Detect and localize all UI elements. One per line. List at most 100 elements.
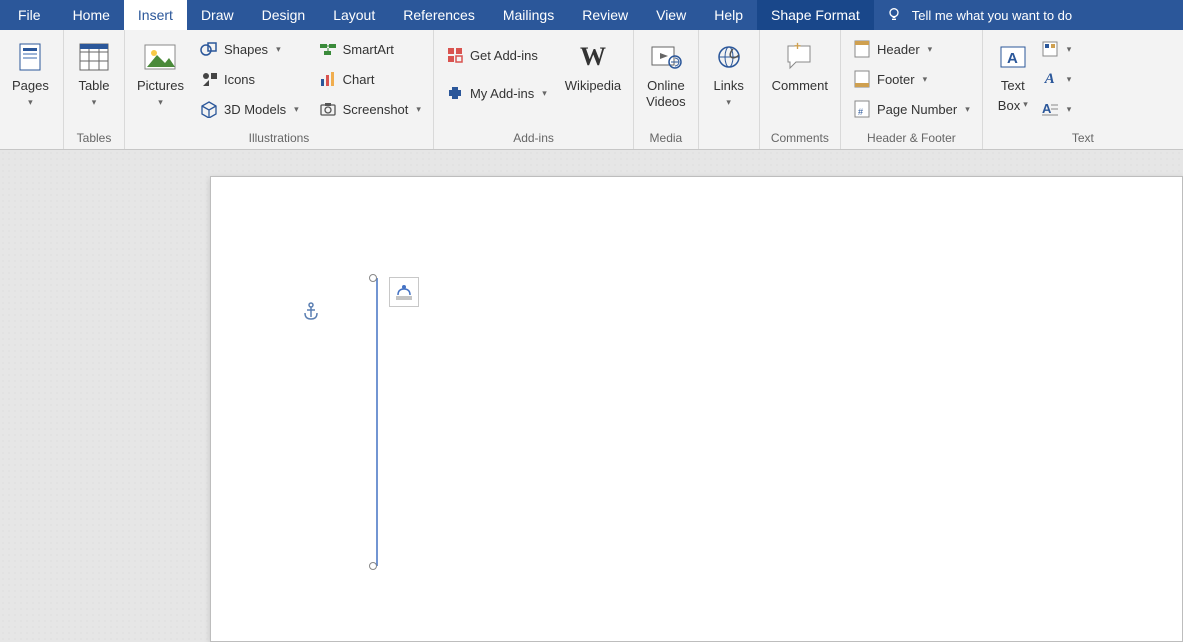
chevron-down-icon: ▾ bbox=[92, 97, 97, 108]
my-addins-button[interactable]: My Add-ins ▾ bbox=[440, 80, 553, 106]
tell-me-search[interactable]: Tell me what you want to do bbox=[874, 6, 1183, 25]
group-addins-label: Add-ins bbox=[434, 128, 633, 149]
screenshot-button[interactable]: Screenshot ▾ bbox=[313, 96, 427, 122]
get-addins-button[interactable]: Get Add-ins bbox=[440, 42, 553, 68]
camera-icon bbox=[319, 100, 337, 118]
comment-button[interactable]: + Comment bbox=[766, 36, 834, 98]
chevron-down-icon: ▾ bbox=[965, 104, 970, 115]
footer-button[interactable]: Footer ▾ bbox=[847, 66, 976, 92]
ribbon: Pages ▾ Table ▾ Tables Pictures bbox=[0, 30, 1183, 150]
svg-text:A: A bbox=[1007, 50, 1018, 67]
tab-insert[interactable]: Insert bbox=[124, 0, 187, 30]
tab-draw[interactable]: Draw bbox=[187, 0, 248, 30]
svg-text:+: + bbox=[794, 42, 801, 53]
group-text-label: Text bbox=[983, 128, 1183, 149]
wikipedia-button[interactable]: W Wikipedia bbox=[559, 36, 627, 98]
group-media-label: Media bbox=[634, 128, 698, 149]
resize-handle-top[interactable] bbox=[369, 274, 377, 282]
links-button[interactable]: Links ▾ bbox=[705, 36, 753, 112]
wikipedia-label: Wikipedia bbox=[565, 78, 621, 94]
group-links-label bbox=[699, 142, 759, 149]
text-box-button[interactable]: A Text Box▾ bbox=[989, 36, 1037, 117]
chart-icon bbox=[319, 70, 337, 88]
table-label: Table bbox=[78, 78, 109, 94]
online-videos-button[interactable]: Online Videos bbox=[640, 36, 692, 113]
pages-button[interactable]: Pages ▾ bbox=[6, 36, 55, 112]
tab-home[interactable]: Home bbox=[59, 0, 124, 30]
chart-button[interactable]: Chart bbox=[313, 66, 427, 92]
smartart-button[interactable]: SmartArt bbox=[313, 36, 427, 62]
3d-models-label: 3D Models bbox=[224, 102, 286, 117]
shapes-button[interactable]: Shapes ▾ bbox=[194, 36, 305, 62]
pictures-button[interactable]: Pictures ▾ bbox=[131, 36, 190, 112]
chart-label: Chart bbox=[343, 72, 375, 87]
header-label: Header bbox=[877, 42, 920, 57]
page-number-label: Page Number bbox=[877, 102, 957, 117]
tab-mailings[interactable]: Mailings bbox=[489, 0, 568, 30]
chevron-down-icon: ▾ bbox=[726, 97, 731, 108]
dropcap-icon: A bbox=[1041, 100, 1059, 118]
3d-models-button[interactable]: 3D Models ▾ bbox=[194, 96, 305, 122]
tab-help[interactable]: Help bbox=[700, 0, 757, 30]
table-icon bbox=[77, 40, 111, 74]
header-icon bbox=[853, 40, 871, 58]
chevron-down-icon: ▾ bbox=[1067, 74, 1072, 85]
icons-button[interactable]: Icons bbox=[194, 66, 305, 92]
group-pages-label bbox=[0, 142, 63, 149]
wordart-button[interactable]: A▾ bbox=[1039, 66, 1074, 92]
icons-icon bbox=[200, 70, 218, 88]
pictures-label: Pictures bbox=[137, 78, 184, 94]
selected-line-shape[interactable] bbox=[373, 274, 381, 573]
chevron-down-icon: ▾ bbox=[28, 97, 33, 108]
icons-label: Icons bbox=[224, 72, 255, 87]
tab-view[interactable]: View bbox=[642, 0, 700, 30]
my-addins-label: My Add-ins bbox=[470, 86, 534, 101]
chevron-down-icon: ▾ bbox=[928, 44, 933, 55]
tab-references[interactable]: References bbox=[389, 0, 489, 30]
chevron-down-icon: ▾ bbox=[542, 88, 547, 99]
document-page[interactable] bbox=[210, 176, 1183, 642]
header-button[interactable]: Header ▾ bbox=[847, 36, 976, 62]
tab-shape-format[interactable]: Shape Format bbox=[757, 0, 874, 30]
link-icon bbox=[712, 40, 746, 74]
group-comments-label: Comments bbox=[760, 128, 840, 149]
comment-icon: + bbox=[783, 40, 817, 74]
lightbulb-icon bbox=[886, 6, 902, 25]
drop-cap-button[interactable]: A▾ bbox=[1039, 96, 1074, 122]
tab-file[interactable]: File bbox=[0, 0, 59, 30]
resize-handle-bottom[interactable] bbox=[369, 562, 377, 570]
tab-layout[interactable]: Layout bbox=[319, 0, 389, 30]
page-icon bbox=[13, 40, 47, 74]
chevron-down-icon: ▾ bbox=[276, 44, 281, 55]
addins-icon bbox=[446, 84, 464, 102]
svg-text:A: A bbox=[1042, 101, 1052, 116]
tell-me-label: Tell me what you want to do bbox=[912, 8, 1072, 23]
screenshot-label: Screenshot bbox=[343, 102, 409, 117]
text-box-label-1: Text bbox=[1001, 78, 1025, 94]
layout-options-icon bbox=[394, 281, 414, 304]
shapes-icon bbox=[200, 40, 218, 58]
page-number-button[interactable]: # Page Number ▾ bbox=[847, 96, 976, 122]
cube-icon bbox=[200, 100, 218, 118]
textbox-icon: A bbox=[996, 40, 1030, 74]
comment-label: Comment bbox=[772, 78, 828, 94]
document-workarea[interactable] bbox=[0, 150, 1183, 642]
chevron-down-icon: ▾ bbox=[1067, 104, 1072, 115]
smartart-icon bbox=[319, 40, 337, 58]
video-icon bbox=[649, 40, 683, 74]
group-header-footer-label: Header & Footer bbox=[841, 128, 982, 149]
shapes-label: Shapes bbox=[224, 42, 268, 57]
svg-text:#: # bbox=[858, 107, 863, 117]
smartart-label: SmartArt bbox=[343, 42, 394, 57]
anchor-icon bbox=[303, 302, 319, 323]
footer-icon bbox=[853, 70, 871, 88]
layout-options-button[interactable] bbox=[389, 277, 419, 307]
wordart-icon: A bbox=[1041, 70, 1059, 88]
tab-review[interactable]: Review bbox=[568, 0, 642, 30]
ribbon-tabs: File Home Insert Draw Design Layout Refe… bbox=[0, 0, 1183, 30]
quick-parts-button[interactable]: ▾ bbox=[1039, 36, 1074, 62]
table-button[interactable]: Table ▾ bbox=[70, 36, 118, 112]
chevron-down-icon: ▾ bbox=[923, 74, 928, 85]
chevron-down-icon: ▾ bbox=[416, 104, 421, 115]
tab-design[interactable]: Design bbox=[248, 0, 320, 30]
